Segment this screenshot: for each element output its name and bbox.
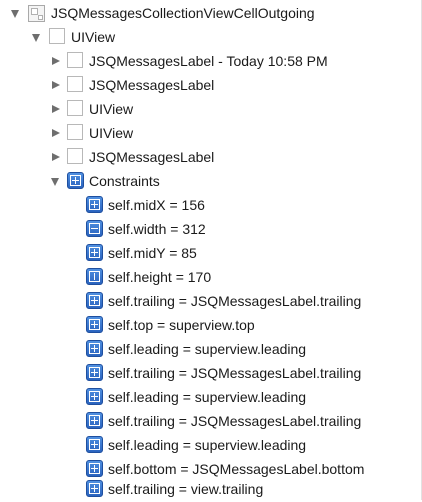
tree-row-root[interactable]: JSQMessagesCollectionViewCellOutgoing: [0, 2, 421, 26]
view-icon: [67, 76, 83, 92]
tree-row-label: JSQMessagesLabel: [89, 77, 215, 93]
tree-row-label: UIView: [89, 101, 134, 117]
constraint-label: self.leading = superview.leading: [108, 437, 307, 453]
constraint-label: self.width = 312: [108, 221, 206, 237]
disclosure-open-icon[interactable]: [51, 178, 59, 186]
constraint-label: self.leading = superview.leading: [108, 341, 307, 357]
constraint-label: self.trailing = view.trailing: [108, 481, 264, 497]
constraint-row[interactable]: self.top = superview.top: [0, 314, 421, 338]
disclosure-open-icon[interactable]: [11, 10, 19, 18]
constraint-row[interactable]: self.height = 170: [0, 266, 421, 290]
constraint-label: self.leading = superview.leading: [108, 389, 307, 405]
disclosure-closed-icon[interactable]: [52, 57, 60, 65]
tree-row-label: JSQMessagesLabel - Today 10:58 PM: [89, 53, 328, 69]
constraint-icon: [86, 436, 103, 453]
constraint-label: self.trailing = JSQMessagesLabel.trailin…: [108, 365, 362, 381]
tree-row-content-view[interactable]: UIView: [0, 26, 421, 50]
constraint-icon: [86, 316, 103, 333]
tree-row-label: JSQMessagesLabel: [89, 149, 215, 165]
constraint-label: self.bottom = JSQMessagesLabel.bottom: [108, 461, 365, 477]
constraint-label: self.trailing = JSQMessagesLabel.trailin…: [108, 293, 362, 309]
constraint-label: self.height = 170: [108, 269, 212, 285]
constraint-icon: [67, 172, 84, 189]
disclosure-open-icon[interactable]: [32, 34, 40, 42]
constraint-icon: [86, 196, 103, 213]
constraint-row[interactable]: self.leading = superview.leading: [0, 338, 421, 362]
view-icon: [67, 148, 83, 164]
constraint-label: self.top = superview.top: [108, 317, 255, 333]
constraint-row[interactable]: self.midX = 156: [0, 194, 421, 218]
constraint-row[interactable]: self.trailing = JSQMessagesLabel.trailin…: [0, 290, 421, 314]
constraint-icon: [86, 340, 103, 357]
constraint-icon: [86, 480, 103, 497]
constraint-label: self.midX = 156: [108, 197, 205, 213]
constraint-label: self.midY = 85: [108, 245, 197, 261]
view-icon: [67, 124, 83, 140]
tree-row-child[interactable]: JSQMessagesLabel: [0, 74, 421, 98]
constraint-row[interactable]: self.trailing = JSQMessagesLabel.trailin…: [0, 410, 421, 434]
constraint-icon: [86, 364, 103, 381]
constraint-icon: [86, 412, 103, 429]
constraint-label: self.trailing = JSQMessagesLabel.trailin…: [108, 413, 362, 429]
disclosure-closed-icon[interactable]: [52, 153, 60, 161]
tree-row-child[interactable]: UIView: [0, 122, 421, 146]
tree-row-label: UIView: [89, 125, 134, 141]
constraint-row[interactable]: self.leading = superview.leading: [0, 434, 421, 458]
height-constraint-icon: [86, 268, 103, 285]
tree-row-child[interactable]: JSQMessagesLabel - Today 10:58 PM: [0, 50, 421, 74]
view-icon: [49, 28, 65, 44]
constraint-row[interactable]: self.leading = superview.leading: [0, 386, 421, 410]
disclosure-closed-icon[interactable]: [52, 105, 60, 113]
collection-view-cell-icon: [28, 5, 45, 22]
tree-row-label: UIView: [71, 29, 116, 45]
constraint-icon: [86, 244, 103, 261]
view-hierarchy-outline: JSQMessagesCollectionViewCellOutgoing UI…: [0, 0, 422, 500]
tree-row-child[interactable]: UIView: [0, 98, 421, 122]
tree-row-label: JSQMessagesCollectionViewCellOutgoing: [51, 5, 315, 21]
disclosure-closed-icon[interactable]: [52, 129, 60, 137]
constraint-row[interactable]: self.width = 312: [0, 218, 421, 242]
tree-row-child[interactable]: JSQMessagesLabel: [0, 146, 421, 170]
constraint-row[interactable]: self.trailing = JSQMessagesLabel.trailin…: [0, 362, 421, 386]
view-icon: [67, 52, 83, 68]
tree-row-constraints-group[interactable]: Constraints: [0, 170, 421, 194]
view-icon: [67, 100, 83, 116]
width-constraint-icon: [86, 220, 103, 237]
constraint-icon: [86, 388, 103, 405]
constraint-row[interactable]: self.midY = 85: [0, 242, 421, 266]
tree-row-label: Constraints: [89, 173, 160, 189]
disclosure-closed-icon[interactable]: [52, 81, 60, 89]
constraint-icon: [86, 460, 103, 477]
constraint-row[interactable]: self.trailing = view.trailing: [0, 478, 421, 502]
constraint-icon: [86, 292, 103, 309]
